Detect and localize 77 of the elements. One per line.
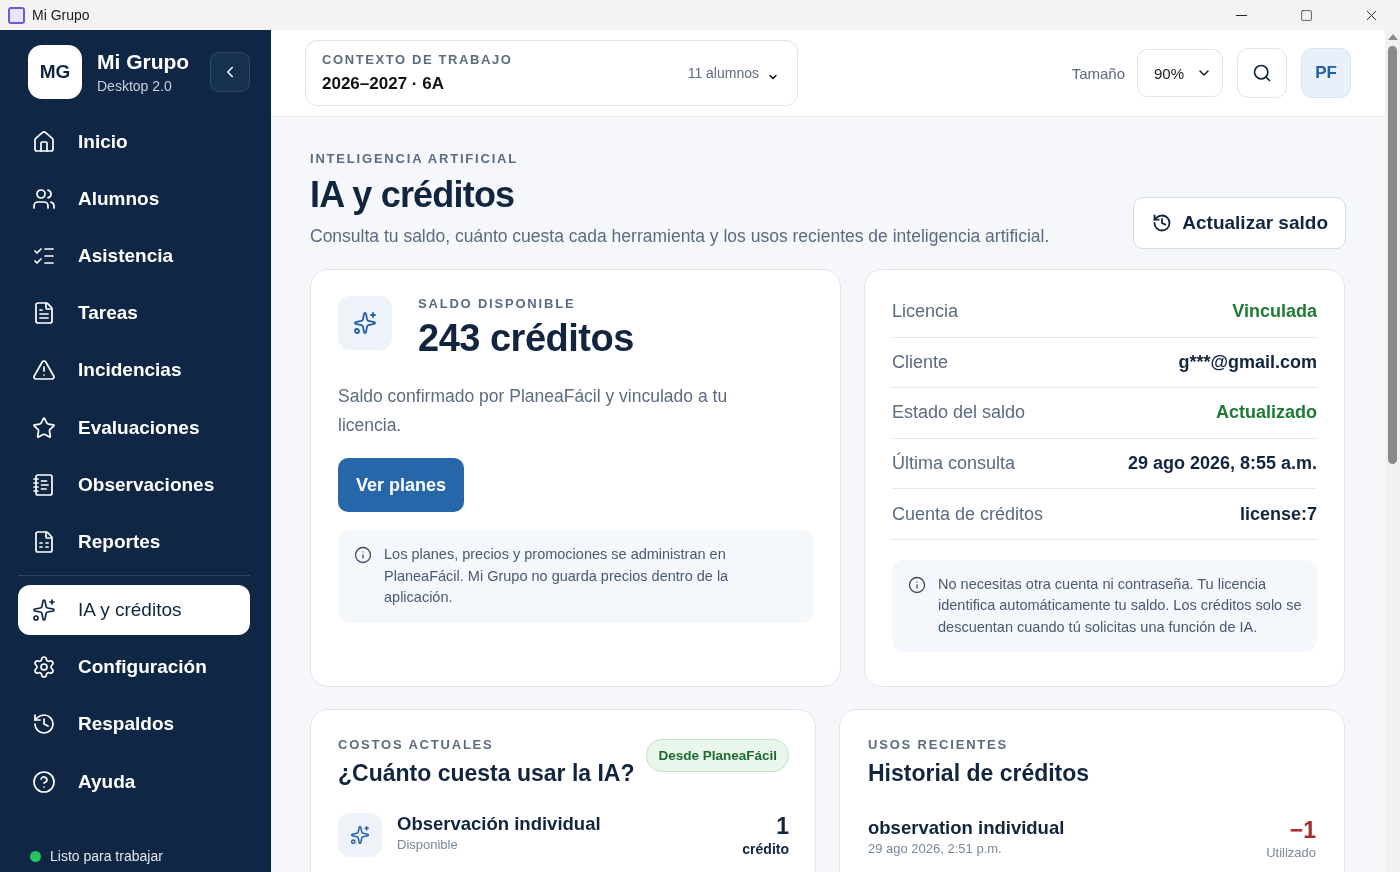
note-text: No necesitas otra cuenta ni contraseña. Tu licencia identifica automáticamente tu saldo. Los créditos solo se descuentan cuando tú solicitas una función de IA.	[938, 574, 1303, 637]
nav-item[interactable]: Tareas	[18, 288, 250, 339]
nav-item[interactable]: Respaldos	[18, 699, 250, 750]
detail-value: g***@gmail.com	[1178, 351, 1317, 373]
nav-item[interactable]: IA y créditos	[18, 585, 250, 636]
history-icon	[32, 712, 56, 737]
tool-status: Disponible	[397, 837, 459, 852]
info-icon	[908, 575, 926, 594]
nav-item[interactable]: Alumnos	[18, 173, 250, 224]
nav-item[interactable]: Configuración	[18, 642, 250, 693]
info-icon	[354, 546, 372, 564]
users-icon	[32, 186, 56, 211]
context-selector[interactable]: CONTEXTO DE TRABAJO 2026–2027 · 6A 11 alumnos	[305, 40, 798, 106]
star-icon	[32, 415, 56, 440]
search-icon	[1252, 63, 1272, 83]
detail-value: Actualizado	[1216, 402, 1317, 424]
app-name: Mi Grupo	[97, 50, 191, 74]
sparkles-icon	[338, 296, 392, 350]
usage-amount: −1	[1289, 817, 1316, 844]
detail-label: Licencia	[892, 301, 959, 323]
detail-label: Estado del saldo	[892, 402, 1026, 424]
scrollbar[interactable]	[1385, 30, 1400, 872]
window-title: Mi Grupo	[32, 7, 91, 23]
balance-description: Saldo confirmado por PlaneaFácil y vinculado a tu licencia.	[338, 385, 729, 437]
card-eyebrow: COSTOS ACTUALES	[338, 737, 495, 752]
warning-icon	[32, 358, 56, 383]
search-button[interactable]	[1237, 48, 1287, 98]
balance-label: SALDO DISPONIBLE	[418, 296, 577, 311]
sparkles-icon	[338, 813, 382, 857]
detail-label: Última consulta	[892, 453, 1016, 475]
help-icon	[32, 769, 56, 794]
tool-cost: 1	[776, 813, 789, 840]
card-title: ¿Cuánto cuesta usar la IA?	[338, 760, 635, 787]
app-logo: MG	[28, 45, 82, 99]
page-subtitle: Consulta tu saldo, cuánto cuesta cada herramienta y los usos recientes de inteligencia artificial.	[310, 226, 1050, 247]
minimize-icon	[1235, 14, 1247, 16]
detail-value: Vinculada	[1232, 301, 1317, 323]
nav-item[interactable]: Inicio	[18, 116, 250, 167]
detail-label: Cliente	[892, 351, 949, 373]
report-icon	[32, 529, 56, 554]
app-version: Desktop 2.0	[97, 78, 173, 94]
usage-name: observation individual	[868, 817, 1066, 839]
settings-icon	[32, 655, 56, 680]
usage-date: 29 ago 2026, 2:51 p.m.	[868, 841, 1003, 856]
home-icon	[32, 129, 56, 154]
history-icon	[1152, 213, 1173, 233]
nav-item[interactable]: Observaciones	[18, 459, 250, 510]
detail-label: Cuenta de créditos	[892, 503, 1044, 525]
source-badge: Desde PlaneaFácil	[646, 739, 789, 772]
maximize-icon	[1299, 8, 1313, 22]
credit-balance: 243 créditos	[418, 317, 634, 360]
nav-item[interactable]: Evaluaciones	[18, 402, 250, 453]
status-text: Listo para trabajar	[50, 848, 163, 864]
document-icon	[32, 301, 56, 326]
size-label: Tamaño	[1071, 64, 1125, 82]
size-select[interactable]: 90%	[1137, 49, 1223, 97]
sparkles-icon	[32, 598, 56, 623]
detail-value: license:7	[1239, 503, 1317, 525]
card-eyebrow: USOS RECIENTES	[868, 737, 1010, 752]
plans-button[interactable]: Ver planes	[338, 458, 465, 512]
nav-item[interactable]: Asistencia	[18, 230, 250, 281]
refresh-balance-button[interactable]: Actualizar saldo	[1133, 197, 1346, 249]
app-icon	[8, 6, 25, 24]
card-title: Historial de créditos	[868, 760, 1091, 787]
tool-name: Observación individual	[397, 813, 602, 835]
nav-item[interactable]: Ayuda	[18, 756, 250, 807]
nav-item[interactable]: Incidencias	[18, 345, 250, 396]
section-eyebrow: INTELIGENCIA ARTIFICIAL	[310, 151, 519, 166]
collapse-button[interactable]	[210, 52, 250, 92]
cost-unit: crédito	[742, 841, 789, 857]
user-avatar[interactable]: PF	[1301, 48, 1351, 98]
notebook-icon	[32, 472, 56, 497]
nav-item[interactable]: Reportes	[18, 516, 250, 567]
usage-status: Utilizado	[1266, 845, 1316, 860]
page-title: IA y créditos	[310, 174, 516, 216]
detail-value: 29 ago 2026, 8:55 a.m.	[1127, 453, 1317, 475]
note-text: Los planes, precios y promociones se administran en PlaneaFácil. Mi Grupo no guarda precios dentro de la aplicación.	[384, 545, 730, 607]
